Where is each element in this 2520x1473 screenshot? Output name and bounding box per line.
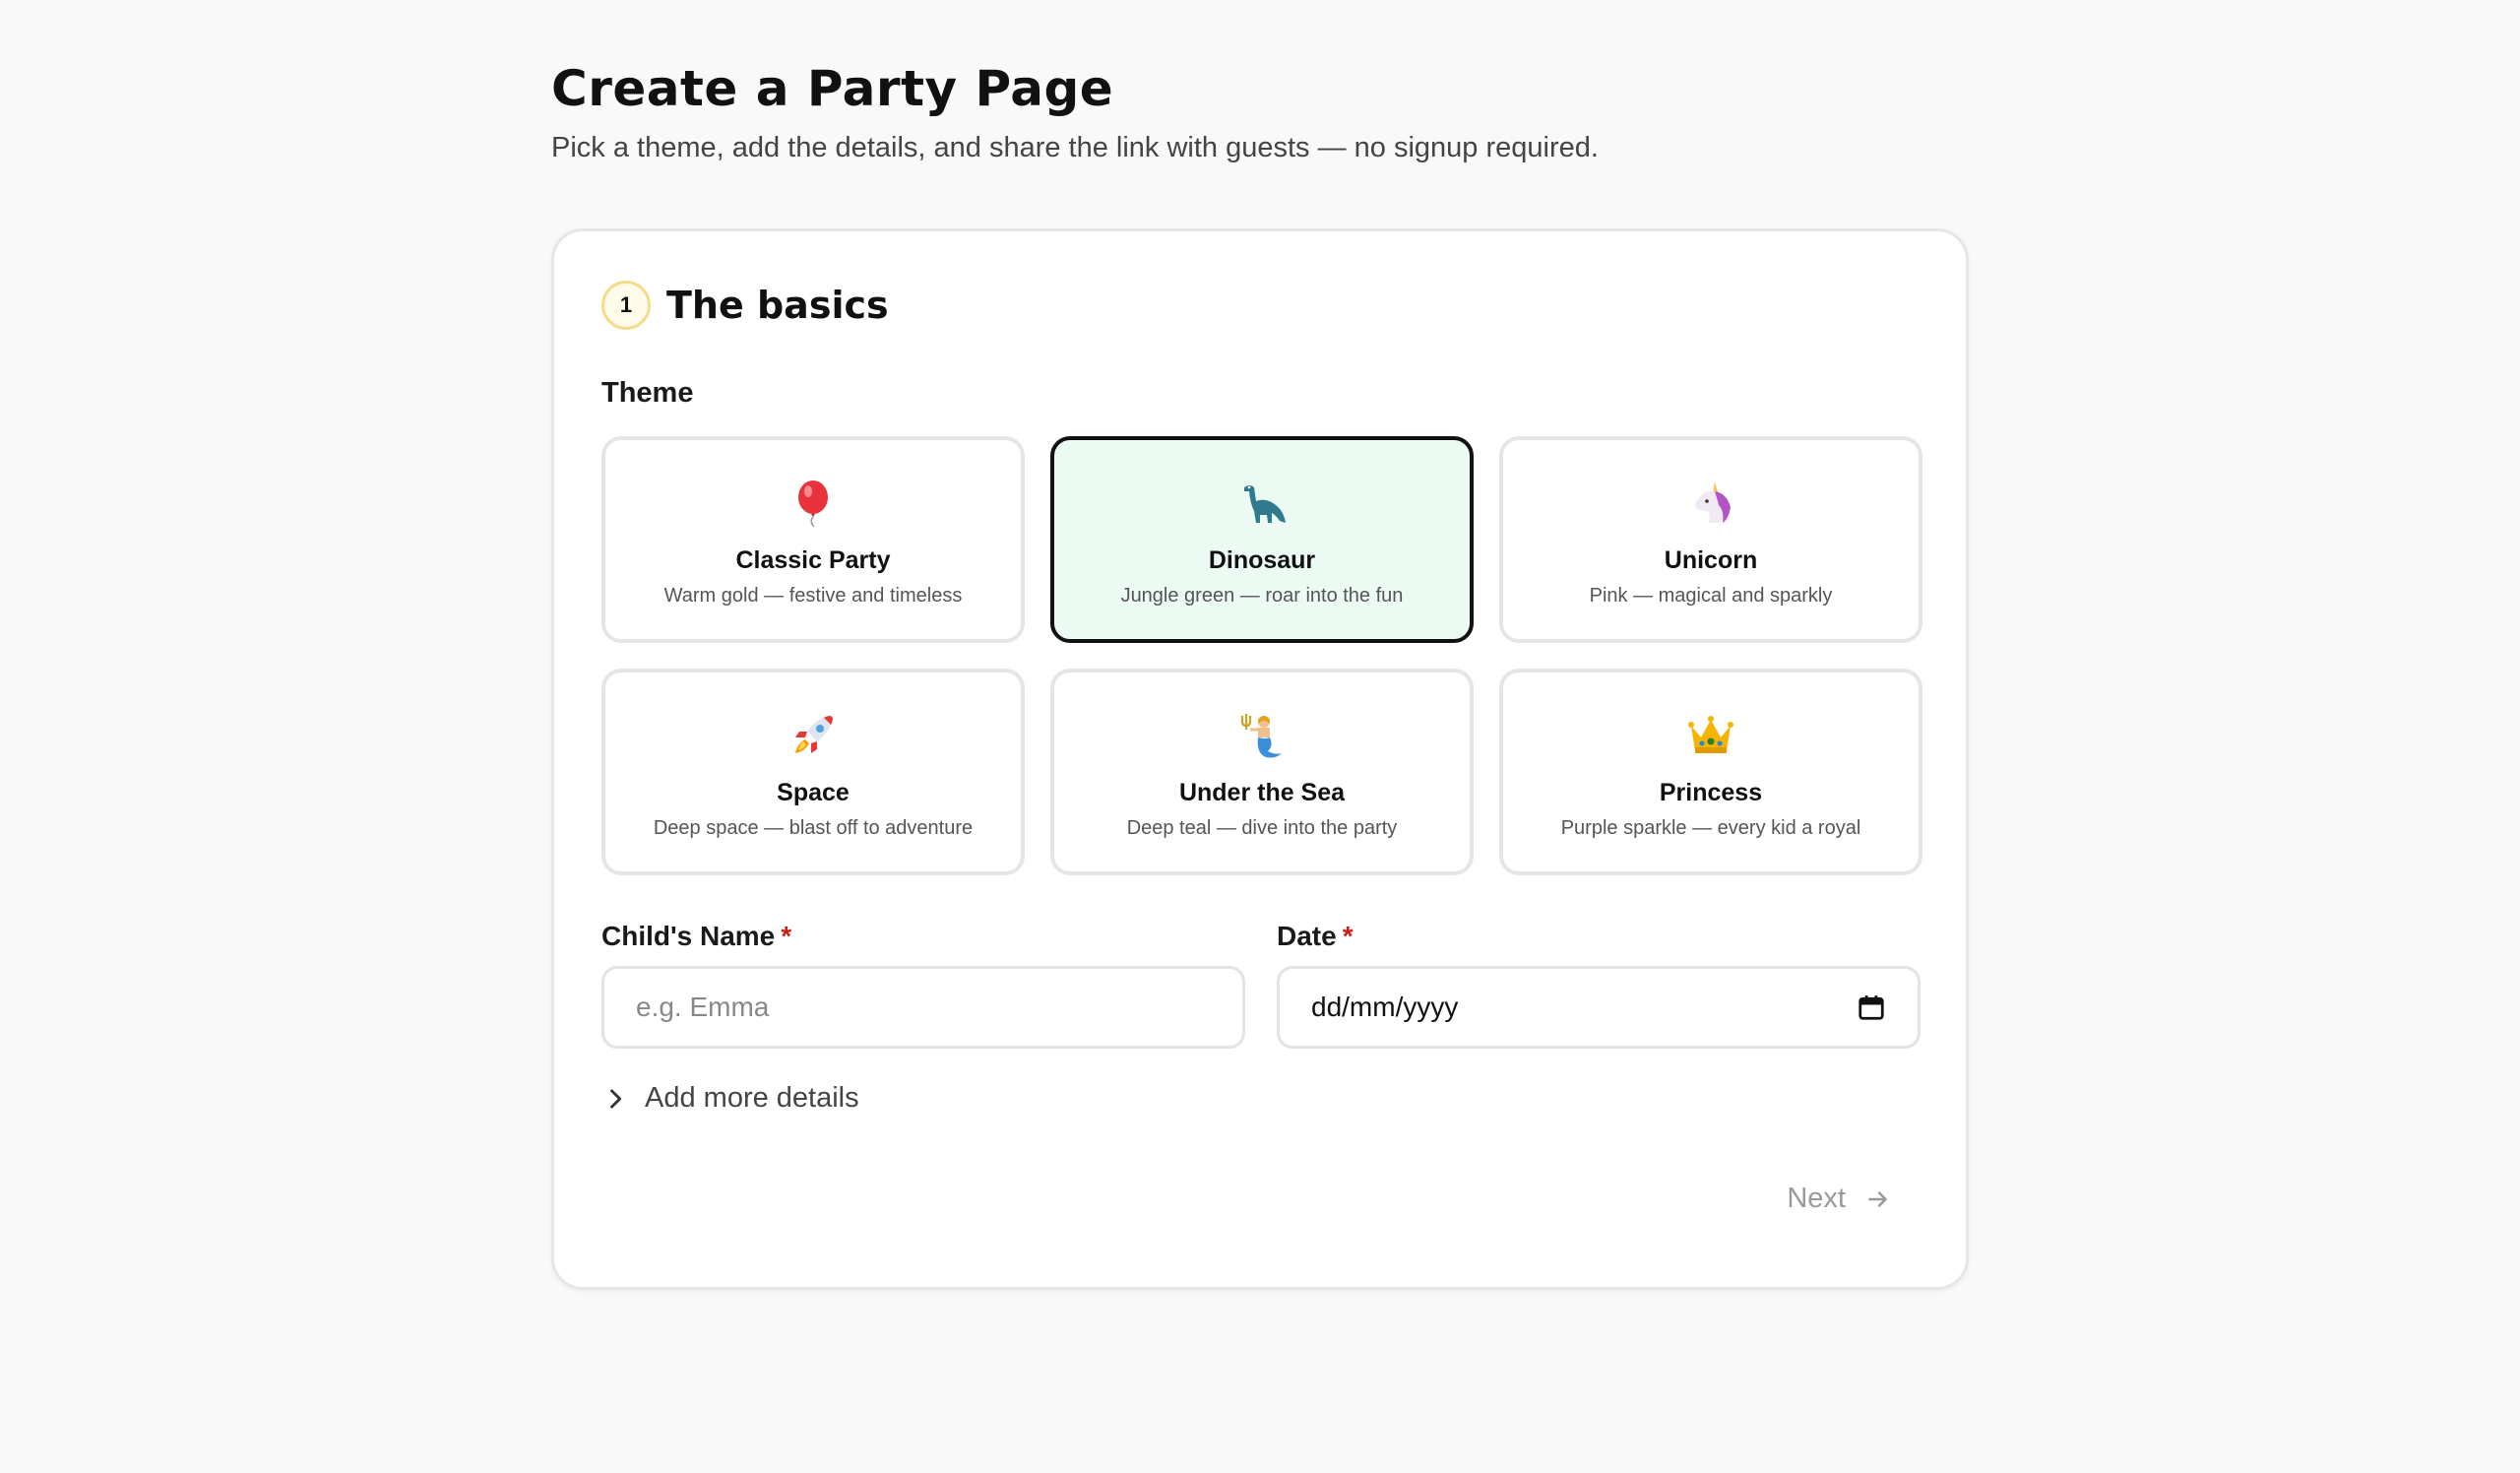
theme-desc: Deep teal — dive into the party — [1126, 817, 1398, 839]
date-label: Date * — [1277, 921, 1354, 952]
page: Create a Party Page Pick a theme, add th… — [551, 57, 1969, 1290]
theme-grid: Classic Party Warm gold — festive and ti… — [601, 436, 1922, 875]
theme-option-classic-party[interactable]: Classic Party Warm gold — festive and ti… — [601, 436, 1025, 643]
theme-desc: Pink — magical and sparkly — [1589, 585, 1833, 607]
balloon-icon — [788, 476, 839, 531]
theme-name: Space — [777, 779, 850, 806]
theme-desc: Warm gold — festive and timeless — [663, 585, 963, 607]
step-header: 1 The basics — [601, 281, 889, 330]
step-number-badge: 1 — [601, 281, 651, 330]
theme-name: Dinosaur — [1208, 546, 1316, 574]
page-title: Create a Party Page — [551, 60, 1114, 117]
theme-label: Theme — [601, 377, 694, 409]
page-subtitle: Pick a theme, add the details, and share… — [551, 132, 1599, 163]
required-mark: * — [781, 921, 792, 951]
child-name-input[interactable] — [636, 969, 1211, 1046]
next-label: Next — [1787, 1183, 1846, 1214]
next-button[interactable]: Next — [1787, 1183, 1891, 1215]
merperson-icon — [1236, 708, 1288, 763]
child-name-field[interactable] — [601, 966, 1245, 1049]
date-input-value[interactable]: dd/mm/yyyy — [1311, 992, 1857, 1023]
theme-option-unicorn[interactable]: Unicorn Pink — magical and sparkly — [1499, 436, 1922, 643]
unicorn-icon — [1685, 476, 1736, 531]
add-more-details-toggle[interactable]: Add more details — [601, 1082, 859, 1115]
theme-option-dinosaur[interactable]: Dinosaur Jungle green — roar into the fu… — [1050, 436, 1474, 643]
theme-name: Under the Sea — [1178, 779, 1346, 806]
rocket-icon — [788, 708, 839, 763]
theme-option-space[interactable]: Space Deep space — blast off to adventur… — [601, 669, 1025, 875]
required-mark: * — [1342, 921, 1354, 951]
theme-name: Princess — [1659, 779, 1763, 806]
dinosaur-icon — [1236, 476, 1288, 531]
date-field[interactable]: dd/mm/yyyy — [1277, 966, 1921, 1049]
add-more-details-label: Add more details — [645, 1082, 859, 1114]
arrow-right-icon — [1868, 1190, 1887, 1207]
step-title: The basics — [666, 284, 889, 327]
theme-desc: Deep space — blast off to adventure — [653, 817, 974, 839]
chevron-right-icon — [610, 1088, 622, 1109]
child-name-label-text: Child's Name — [601, 921, 776, 951]
child-name-label: Child's Name * — [601, 921, 791, 952]
theme-option-princess[interactable]: Princess Purple sparkle — every kid a ro… — [1499, 669, 1922, 875]
crown-icon — [1685, 708, 1736, 763]
date-label-text: Date — [1277, 921, 1337, 951]
theme-name: Unicorn — [1664, 546, 1758, 574]
calendar-icon[interactable] — [1857, 993, 1886, 1022]
theme-name: Classic Party — [735, 546, 891, 574]
theme-option-under-the-sea[interactable]: Under the Sea Deep teal — dive into the … — [1050, 669, 1474, 875]
theme-desc: Jungle green — roar into the fun — [1120, 585, 1404, 607]
basics-card: 1 The basics Theme Classic Party Warm go… — [551, 228, 1969, 1290]
theme-desc: Purple sparkle — every kid a royal — [1560, 817, 1861, 839]
